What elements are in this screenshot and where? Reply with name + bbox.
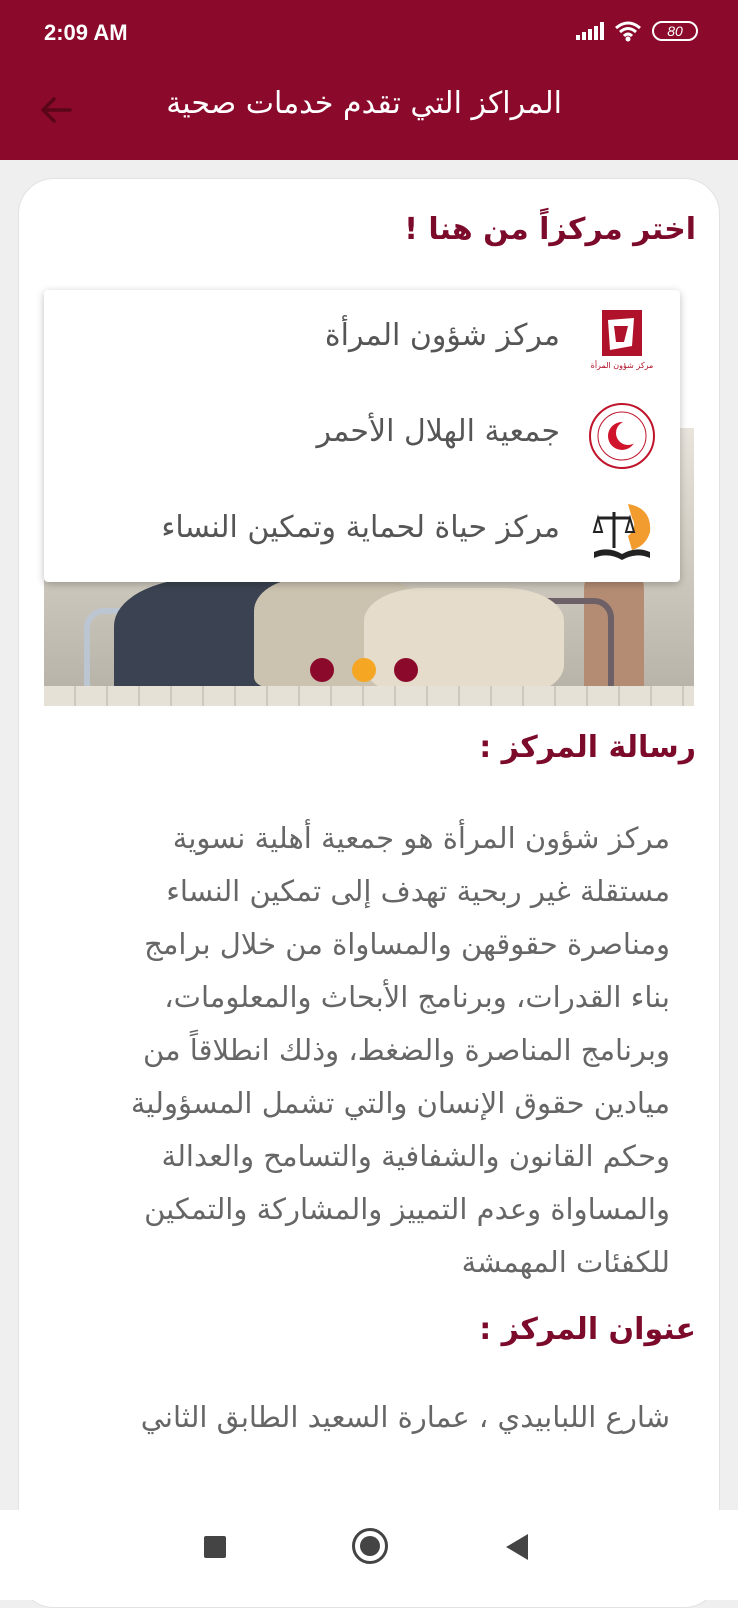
message-line: بناء القدرات، وبرنامج الأبحاث والمعلومات… — [164, 980, 670, 1014]
status-icons: 80 — [576, 20, 698, 42]
status-bar: 2:09 AM 80 — [0, 0, 738, 66]
system-nav-bar — [0, 1510, 738, 1600]
center-picker-dropdown[interactable]: مركز شؤون المرأة مركز شؤون المرأة جمعية … — [44, 290, 680, 582]
red-crescent-logo — [589, 403, 655, 469]
message-line: مستقلة غير ربحية تهدف إلى تمكين النساء — [166, 874, 670, 908]
app-bar: المراكز التي تقدم خدمات صحية — [0, 66, 738, 160]
message-line: مركز شؤون المرأة هو جمعية أهلية نسوية — [172, 821, 670, 855]
triangle-back-icon[interactable] — [506, 1534, 528, 1560]
message-line: وبرنامج المناصرة والضغط، وذلك انطلاقاً م… — [142, 1033, 670, 1067]
square-icon[interactable] — [204, 1536, 226, 1558]
picker-option-label: جمعية الهلال الأحمر — [316, 414, 560, 449]
carousel-indicator — [310, 658, 418, 682]
hayat-center-logo — [592, 504, 651, 560]
message-heading: رسالة المركز : — [479, 730, 696, 765]
picker-heading: اختر مركزاً من هنا ! — [404, 212, 696, 247]
circle-home-icon[interactable] — [352, 1528, 388, 1564]
picker-option-hayat[interactable]: مركز حياة لحماية وتمكين النساء — [44, 482, 680, 578]
picker-option-label: مركز شؤون المرأة — [324, 318, 560, 353]
page-title: المراكز التي تقدم خدمات صحية — [166, 86, 562, 121]
address-text: شارع اللبابيدي ، عمارة السعيد الطابق الث… — [140, 1400, 670, 1434]
carousel-dot-active[interactable] — [352, 658, 376, 682]
wifi-icon — [615, 21, 641, 42]
signal-icon — [576, 22, 604, 40]
status-time: 2:09 AM — [44, 20, 128, 45]
womens-affairs-logo: مركز شؤون المرأة — [591, 310, 654, 370]
message-line: للكفئات المهمشة — [461, 1245, 670, 1279]
battery-icon: 80 — [652, 21, 698, 41]
picker-option-red-crescent[interactable]: جمعية الهلال الأحمر — [44, 386, 680, 482]
message-line: والمساواة وعدم التمييز والمشاركة والتمكي… — [144, 1192, 670, 1226]
message-line: وحكم القانون والشفافية والتسامح والعدالة — [161, 1139, 670, 1173]
message-paragraph: مركز شؤون المرأة هو جمعية أهلية نسوية مس… — [52, 812, 670, 1289]
picker-option-womens-affairs[interactable]: مركز شؤون المرأة مركز شؤون المرأة — [44, 290, 680, 386]
arrow-left-icon[interactable] — [36, 90, 76, 130]
address-heading: عنوان المركز : — [479, 1312, 696, 1347]
message-line: ميادين حقوق الإنسان والتي تشمل المسؤولية — [130, 1086, 670, 1120]
carousel-dot[interactable] — [394, 658, 418, 682]
carousel-dot[interactable] — [310, 658, 334, 682]
logo-caption: مركز شؤون المرأة — [591, 360, 654, 370]
message-line: ومناصرة حقوقهن والمساواة من خلال برامج — [144, 927, 670, 961]
picker-option-label: مركز حياة لحماية وتمكين النساء — [161, 510, 560, 545]
